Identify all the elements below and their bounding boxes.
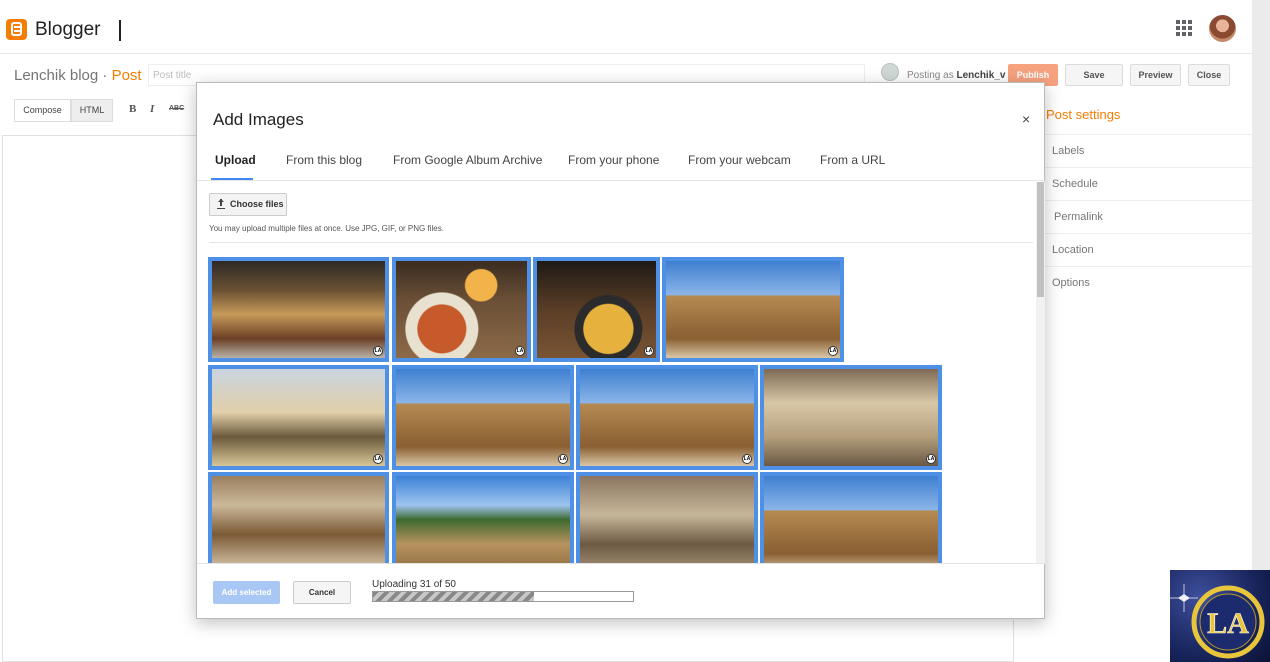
cathedral-facade-photo-icon: LA <box>580 369 754 466</box>
choose-files-button[interactable]: Choose files <box>209 193 287 216</box>
app-name[interactable]: Blogger <box>35 19 101 41</box>
image-thumbnail[interactable]: LA <box>533 257 660 362</box>
watermark-logo: LA <box>1170 570 1270 662</box>
upload-hint: You may upload multiple files at once. U… <box>209 224 444 233</box>
image-thumbnail[interactable] <box>760 472 942 563</box>
cloister-palms-photo-icon <box>396 476 570 563</box>
image-thumbnail[interactable]: LA <box>576 365 758 470</box>
active-tab-indicator <box>211 178 253 180</box>
image-thumbnail[interactable]: LA <box>392 365 574 470</box>
top-bar: Blogger <box>0 0 1252 54</box>
gothic-interior-photo-icon: LA <box>764 369 938 466</box>
bold-icon[interactable]: B <box>129 103 136 115</box>
image-thumbnail[interactable] <box>392 472 574 563</box>
upload-progress-fill <box>373 592 535 601</box>
image-thumbnail[interactable]: LA <box>392 257 531 362</box>
altar-photo-icon <box>212 476 385 563</box>
watermark-badge: LA <box>644 346 654 356</box>
image-thumbnail[interactable] <box>208 472 389 563</box>
posting-as: Posting as Lenchik_v <box>907 70 1005 81</box>
upload-icon <box>217 199 225 209</box>
avatar[interactable] <box>1209 15 1236 42</box>
close-icon[interactable]: × <box>1022 111 1030 127</box>
tab-from-your-webcam[interactable]: From your webcam <box>688 153 791 167</box>
upload-progress-bar <box>372 591 634 602</box>
image-thumbnail[interactable] <box>576 472 758 563</box>
preview-button[interactable]: Preview <box>1130 64 1181 86</box>
watermark-badge: LA <box>742 454 752 464</box>
posting-as-prefix: Posting as <box>907 70 957 81</box>
add-selected-button[interactable]: Add selected <box>213 581 280 604</box>
breadcrumb: Lenchik blog · Post <box>14 67 142 84</box>
scrollbar-thumb[interactable] <box>1037 182 1044 297</box>
tab-from-a-url[interactable]: From a URL <box>820 153 885 167</box>
watermark-badge: LA <box>558 454 568 464</box>
watermark-badge: LA <box>373 454 383 464</box>
divider <box>209 242 1033 243</box>
watermark-badge: LA <box>373 346 383 356</box>
source-tabs: Upload From this blog From Google Album … <box>197 143 1046 181</box>
blog-name[interactable]: Lenchik blog <box>14 67 98 84</box>
watermark-badge: LA <box>828 346 838 356</box>
image-thumbnail[interactable]: LA <box>662 257 844 362</box>
cathedral-wall-photo-icon <box>764 476 938 563</box>
settings-schedule[interactable]: Schedule <box>1024 167 1252 200</box>
upload-status: Uploading 31 of 50 <box>372 579 456 590</box>
dialog-title: Add Images <box>213 110 304 129</box>
cancel-button[interactable]: Cancel <box>293 581 351 604</box>
choose-files-label: Choose files <box>230 199 284 209</box>
settings-permalink[interactable]: Permalink <box>1024 200 1252 233</box>
market-photo-icon: LA <box>212 261 385 358</box>
cathedral-tower-photo-icon: LA <box>396 369 570 466</box>
breadcrumb-separator: · <box>98 67 112 84</box>
image-thumbnail[interactable]: LA <box>208 257 389 362</box>
close-button[interactable]: Close <box>1188 64 1230 86</box>
post-label: Post <box>111 67 142 84</box>
post-settings-title: Post settings <box>1046 107 1121 122</box>
save-button[interactable]: Save <box>1065 64 1123 86</box>
watermark-badge: LA <box>926 454 936 464</box>
paella-plate-photo-icon: LA <box>537 261 656 358</box>
choir-interior-photo-icon <box>580 476 754 563</box>
image-thumbnail[interactable]: LA <box>208 365 389 470</box>
tab-from-this-blog[interactable]: From this blog <box>286 153 362 167</box>
svg-text:LA: LA <box>1207 607 1249 640</box>
tab-upload[interactable]: Upload <box>215 153 256 167</box>
apps-grid-icon[interactable] <box>1176 20 1192 36</box>
dialog-footer: Add selected Cancel Uploading 31 of 50 <box>197 563 1046 620</box>
watermark-badge: LA <box>515 346 525 356</box>
add-images-dialog: Add Images × Upload From this blog From … <box>196 82 1046 620</box>
settings-location[interactable]: Location <box>1024 233 1252 266</box>
watermark-emblem-icon: LA <box>1170 584 1265 659</box>
italic-icon[interactable]: I <box>150 103 154 115</box>
settings-options[interactable]: Options <box>1024 266 1252 299</box>
blogger-logo-icon[interactable] <box>6 19 27 40</box>
window-edge <box>1252 0 1270 662</box>
settings-labels[interactable]: Labels <box>1024 134 1252 167</box>
account-icon <box>881 63 899 81</box>
image-thumbnail[interactable]: LA <box>760 365 942 470</box>
tab-google-album-archive[interactable]: From Google Album Archive <box>393 153 542 167</box>
upload-panel: Choose files You may upload multiple fil… <box>197 182 1046 563</box>
html-mode-button[interactable]: HTML <box>71 99 113 122</box>
hotel-photo-icon: LA <box>212 369 385 466</box>
strikethrough-icon[interactable]: ABC <box>169 105 184 112</box>
compose-mode-button[interactable]: Compose <box>14 99 71 122</box>
tab-from-your-phone[interactable]: From your phone <box>568 153 659 167</box>
cathedral-palms-photo-icon: LA <box>666 261 840 358</box>
paella-beer-photo-icon: LA <box>396 261 527 358</box>
posting-username: Lenchik_v <box>956 70 1006 81</box>
text-cursor <box>119 20 121 41</box>
